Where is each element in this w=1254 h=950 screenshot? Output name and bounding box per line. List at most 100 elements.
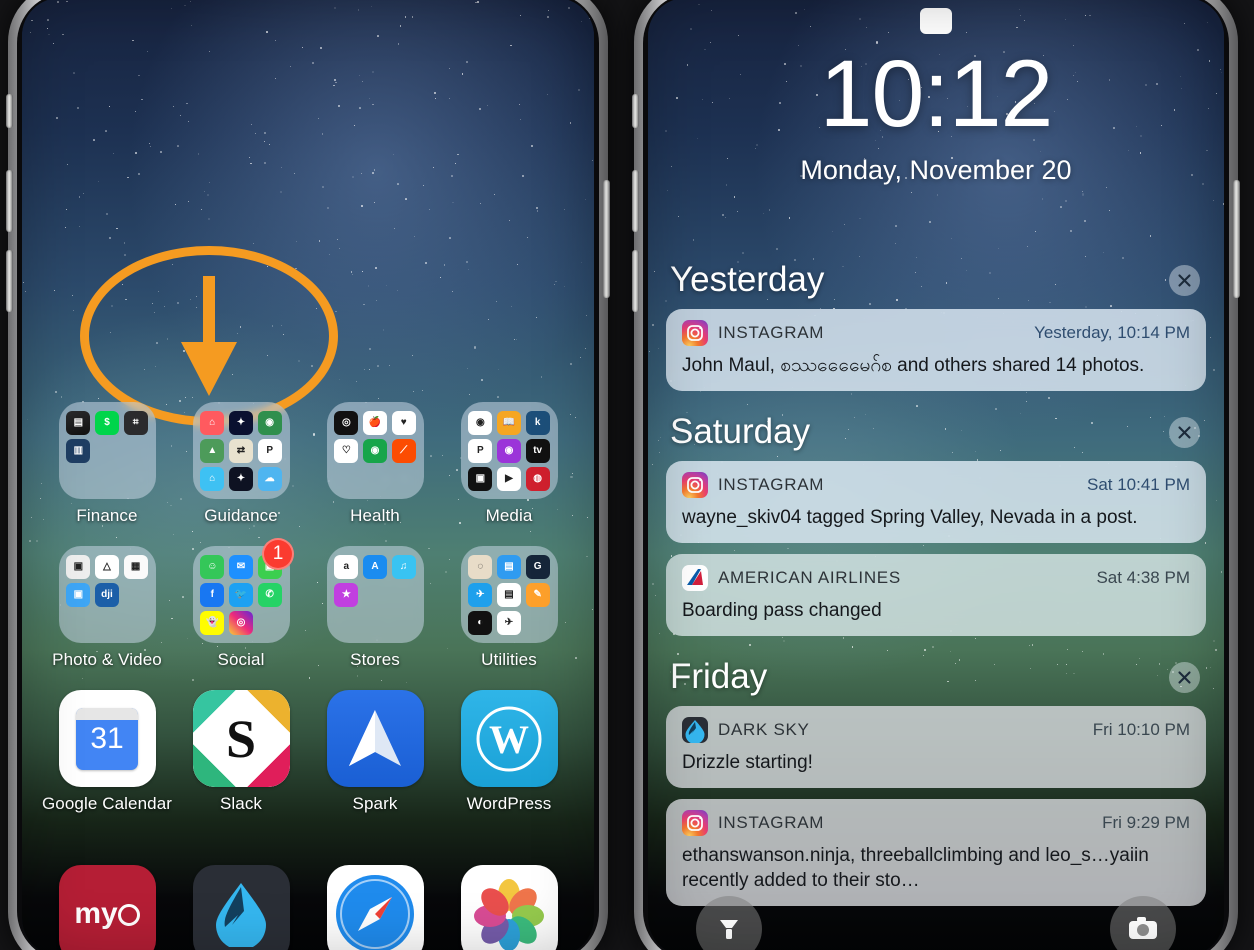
meditation-icon[interactable]: ◉ [362,438,387,463]
folder-health[interactable]: ◎ 🍎 ♥ ♡ ◉ ⟋ [326,402,424,499]
home-item-utilities[interactable]: ◌ ▤ G ✈ ▤ ✎ ◐ ✈ Utilities [442,546,576,670]
mute-switch-left[interactable] [6,94,13,128]
notification-card[interactable]: DARK SKY Fri 10:10 PM Drizzle starting! [666,706,1206,789]
home-item-health[interactable]: ◎ 🍎 ♥ ♡ ◉ ⟋ Health [308,402,442,526]
dji-icon[interactable]: dji [94,582,119,607]
testflight-icon[interactable]: ✈ [468,582,493,607]
weather-icon[interactable]: ☁ [257,466,282,491]
overcast-icon[interactable]: ◉ [468,410,493,435]
apple-tv-icon[interactable]: tv [525,438,550,463]
volume-down-button-left[interactable] [6,250,13,312]
folder-guidance[interactable]: ⌂ ✦ ◉ ▲ ⇄ P ⌂ ✦ ☁ [192,402,290,499]
folder-finance[interactable]: ▤ $ ⌗ ▥ [58,402,156,499]
dock-item-photos[interactable] [460,865,558,950]
wordpress-icon[interactable]: W [460,690,558,787]
spark-icon[interactable] [326,690,424,787]
nintendo-icon[interactable]: ◍ [525,466,550,491]
groupme-icon[interactable]: ☺ [200,554,225,579]
messenger-icon[interactable]: ✉ [228,554,253,579]
calculator-icon[interactable]: ⌗ [123,410,148,435]
home-item-google-calendar[interactable]: 31 Google Calendar [40,690,174,814]
cash-app-icon[interactable]: $ [94,410,119,435]
myq-icon[interactable]: my [58,865,156,950]
photos-icon[interactable] [460,865,558,950]
home-item-media[interactable]: ◉ 📖 k P ◉ tv ▣ ▶ ◍ Media [442,402,576,526]
power-button-right[interactable] [1233,180,1240,298]
home-item-wordpress[interactable]: W WordPress [442,690,576,814]
heart-rate-icon[interactable]: ♥ [391,410,416,435]
volume-down-button-right[interactable] [632,250,639,312]
dock-item-myq[interactable]: my [58,865,156,950]
power-button-left[interactable] [603,180,610,298]
wallet-icon[interactable]: ▤ [66,410,91,435]
dark-maps-icon[interactable]: ✦ [228,466,253,491]
notification-card[interactable]: INSTAGRAM Yesterday, 10:14 PM John Maul,… [666,309,1206,392]
health-icon[interactable]: ♡ [334,438,359,463]
clear-notifications-button[interactable] [1169,264,1200,296]
home-item-stores[interactable]: a A ♫ ★ Stores [308,546,442,670]
home-item-spark[interactable]: Spark [308,690,442,814]
github-icon[interactable]: G [525,554,550,579]
clear-notifications-button[interactable] [1169,661,1200,693]
facebook-icon[interactable]: f [200,582,225,607]
filmic-icon[interactable]: ▦ [123,554,148,579]
pandora-icon[interactable]: P [468,438,493,463]
dark-utility-icon[interactable]: ◐ [468,610,493,635]
folder-stores[interactable]: a A ♫ ★ [326,546,424,643]
night-sky-icon[interactable]: ✦ [228,410,253,435]
google-calendar-icon[interactable]: 31 [58,690,156,787]
notification-card[interactable]: INSTAGRAM Sat 10:41 PM wayne_skiv04 tagg… [666,461,1206,544]
mint-icon[interactable]: ▥ [66,438,91,463]
transit-icon[interactable]: ⇄ [228,438,253,463]
apple-store-icon[interactable]: ★ [334,582,359,607]
amazon-icon[interactable]: a [334,554,359,579]
folder-media[interactable]: ◉ 📖 k P ◉ tv ▣ ▶ ◍ [460,402,558,499]
notification-card[interactable]: AMERICAN AIRLINES Sat 4:38 PM Boarding p… [666,554,1206,637]
home-item-photo-video[interactable]: ▣ △ ▦ ▣ dji Photo & Video [40,546,174,670]
home-item-guidance[interactable]: ⌂ ✦ ◉ ▲ ⇄ P ⌂ ✦ ☁ Guidance [174,402,308,526]
notes-icon[interactable]: ✎ [525,582,550,607]
airbnb-icon[interactable]: ⌂ [200,410,225,435]
books-icon[interactable]: 📖 [496,410,521,435]
dock-item-dark-sky[interactable] [192,865,290,950]
zillow-icon[interactable]: ⌂ [200,466,225,491]
plex-icon[interactable]: ▣ [468,466,493,491]
clear-notifications-button[interactable] [1169,416,1200,448]
mute-switch-right[interactable] [632,94,639,128]
google-maps-icon[interactable]: ▲ [200,438,225,463]
compass-icon[interactable]: ◉ [257,410,282,435]
folder-utilities[interactable]: ◌ ▤ G ✈ ▤ ✎ ◐ ✈ [460,546,558,643]
activity-icon[interactable]: ◎ [334,410,359,435]
folder-photo-video[interactable]: ▣ △ ▦ ▣ dji [58,546,156,643]
snapchat-icon[interactable]: 👻 [200,610,225,635]
flashlight-button[interactable] [696,896,762,950]
tips-icon[interactable]: ◌ [468,554,493,579]
app-store-icon[interactable]: A [362,554,387,579]
slack-icon[interactable]: S [192,690,290,787]
halide-icon[interactable]: △ [94,554,119,579]
instagram-icon[interactable]: ◎ [228,610,253,635]
itunes-store-icon[interactable]: ♫ [391,554,416,579]
volume-up-button-left[interactable] [6,170,13,232]
whatsapp-icon[interactable]: ✆ [257,582,282,607]
scanner-icon[interactable]: ▤ [496,582,521,607]
home-item-finance[interactable]: ▤ $ ⌗ ▥ Finance [40,402,174,526]
dock-item-safari[interactable] [326,865,424,950]
volume-up-button-right[interactable] [632,170,639,232]
camera-icon[interactable]: ▣ [66,554,91,579]
home-item-slack[interactable]: S Slack [174,690,308,814]
notification-card[interactable]: INSTAGRAM Fri 9:29 PM ethanswanson.ninja… [666,799,1206,907]
airport-icon[interactable]: ✈ [496,610,521,635]
youtube-icon[interactable]: ▶ [496,466,521,491]
kindle-icon[interactable]: k [525,410,550,435]
home-item-social[interactable]: ☺✉▣f🐦✆👻◎1Social [174,538,308,670]
strava-icon[interactable]: ⟋ [391,438,416,463]
facetime-icon[interactable]: ▣ [66,582,91,607]
pinterest-icon[interactable]: P [257,438,282,463]
camera-button[interactable] [1110,896,1176,950]
dark-sky-icon[interactable] [192,865,290,950]
notification-history-list[interactable]: Yesterday INSTAGRAM Yesterday, 10:14 PM … [666,250,1206,917]
lose-it-icon[interactable]: 🍎 [362,410,387,435]
podcasts-icon[interactable]: ◉ [496,438,521,463]
twitter-icon[interactable]: 🐦 [228,582,253,607]
